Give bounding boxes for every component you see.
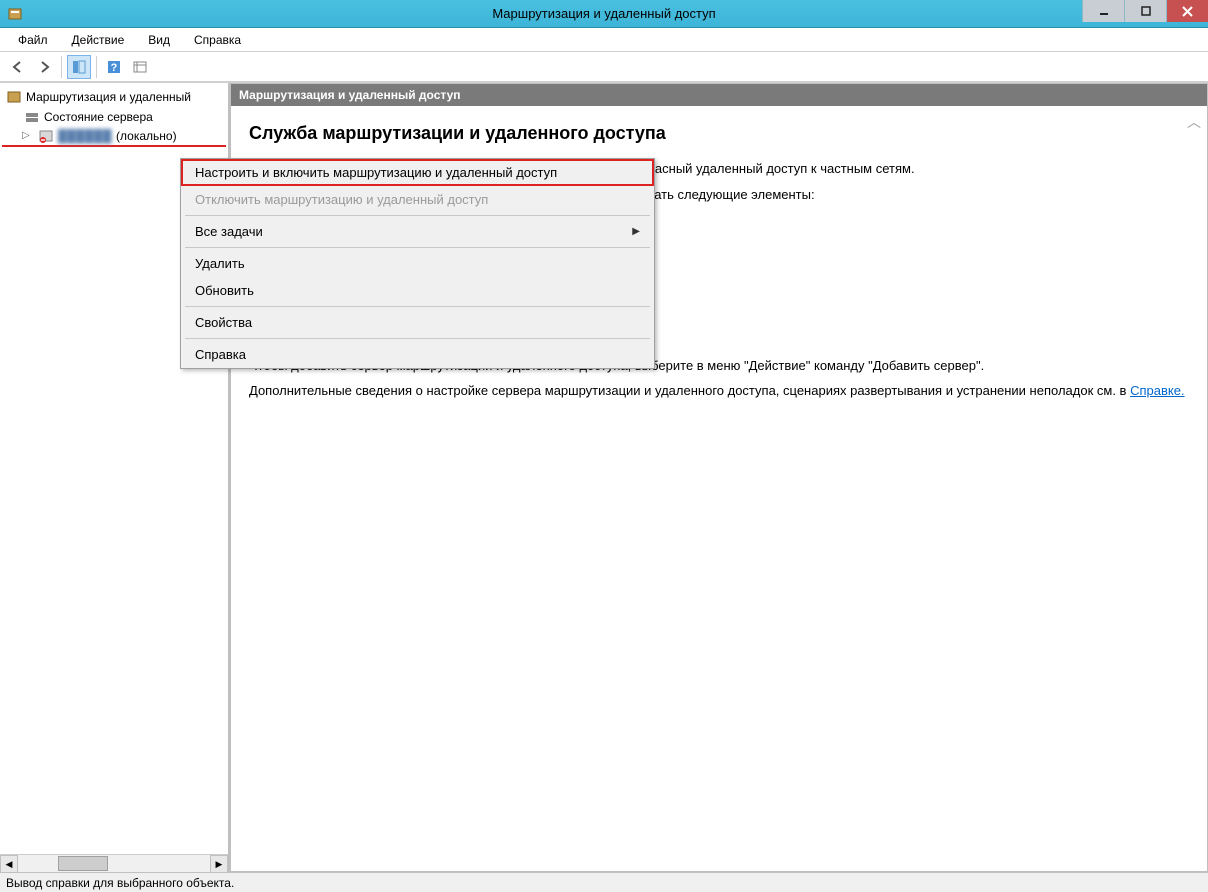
content-title: Служба маршрутизации и удаленного доступ…: [249, 120, 1189, 147]
ctx-label: Свойства: [195, 315, 252, 330]
app-icon: [6, 5, 24, 23]
menubar: Файл Действие Вид Справка: [0, 28, 1208, 52]
statusbar-text: Вывод справки для выбранного объекта.: [6, 876, 234, 890]
window-controls: [1082, 0, 1208, 22]
context-menu: Настроить и включить маршрутизацию и уда…: [180, 158, 655, 369]
scroll-track[interactable]: [18, 855, 210, 872]
statusbar: Вывод справки для выбранного объекта.: [0, 872, 1208, 892]
scroll-left-button[interactable]: ◀: [0, 855, 18, 872]
show-hide-tree-button[interactable]: [67, 55, 91, 79]
toolbar-separator: [96, 56, 97, 78]
scroll-thumb[interactable]: [58, 856, 108, 871]
menu-view[interactable]: Вид: [138, 30, 180, 50]
ctx-label: Настроить и включить маршрутизацию и уда…: [195, 165, 557, 180]
ctx-label: Обновить: [195, 283, 254, 298]
ctx-disable: Отключить маршрутизацию и удаленный дост…: [181, 186, 654, 213]
properties-button[interactable]: [128, 55, 152, 79]
ctx-label: Отключить маршрутизацию и удаленный дост…: [195, 192, 488, 207]
content-paragraph: Дополнительные сведения о настройке серв…: [249, 381, 1189, 401]
minimize-button[interactable]: [1082, 0, 1124, 22]
tree: Маршрутизация и удаленный Состояние серв…: [0, 83, 228, 151]
tree-root-label: Маршрутизация и удаленный: [26, 90, 191, 104]
maximize-button[interactable]: [1124, 0, 1166, 22]
tree-root[interactable]: Маршрутизация и удаленный: [2, 87, 226, 107]
menu-file[interactable]: Файл: [8, 30, 58, 50]
tree-server-status[interactable]: Состояние сервера: [2, 107, 226, 127]
close-button[interactable]: [1166, 0, 1208, 22]
titlebar: Маршрутизация и удаленный доступ: [0, 0, 1208, 28]
routing-icon: [6, 89, 22, 105]
menu-action[interactable]: Действие: [62, 30, 135, 50]
tree-server-status-label: Состояние сервера: [44, 110, 153, 124]
forward-button[interactable]: [32, 55, 56, 79]
ctx-all-tasks[interactable]: Все задачи ▶: [181, 218, 654, 245]
scroll-right-button[interactable]: ▶: [210, 855, 228, 872]
svg-text:?: ?: [111, 62, 118, 74]
expand-icon[interactable]: ▷: [22, 130, 34, 141]
ctx-properties[interactable]: Свойства: [181, 309, 654, 336]
ctx-label: Все задачи: [195, 224, 263, 239]
tree-local-hostname: ██████: [58, 129, 112, 143]
toolbar-separator: [61, 56, 62, 78]
help-link[interactable]: Справке.: [1130, 383, 1184, 398]
menu-help[interactable]: Справка: [184, 30, 251, 50]
ctx-help[interactable]: Справка: [181, 341, 654, 368]
toolbar: ?: [0, 52, 1208, 82]
help-button[interactable]: ?: [102, 55, 126, 79]
tree-local-label: (локально): [116, 129, 177, 143]
submenu-arrow-icon: ▶: [632, 226, 640, 237]
ctx-refresh[interactable]: Обновить: [181, 277, 654, 304]
ctx-separator: [185, 247, 650, 248]
ctx-separator: [185, 215, 650, 216]
back-button[interactable]: [6, 55, 30, 79]
scroll-up-icon[interactable]: ︿: [1187, 112, 1201, 133]
ctx-configure-enable[interactable]: Настроить и включить маршрутизацию и уда…: [181, 159, 654, 186]
content-text: Дополнительные сведения о настройке серв…: [249, 383, 1130, 398]
ctx-separator: [185, 306, 650, 307]
ctx-delete[interactable]: Удалить: [181, 250, 654, 277]
ctx-label: Справка: [195, 347, 246, 362]
content-header: Маршрутизация и удаленный доступ: [231, 84, 1207, 106]
ctx-separator: [185, 338, 650, 339]
window-title: Маршрутизация и удаленный доступ: [492, 6, 715, 21]
tree-local-node[interactable]: ▷ ██████ (локально): [2, 127, 226, 147]
horizontal-scrollbar[interactable]: ◀ ▶: [0, 854, 228, 872]
ctx-label: Удалить: [195, 256, 245, 271]
server-stopped-icon: [38, 128, 54, 144]
server-status-icon: [24, 109, 40, 125]
